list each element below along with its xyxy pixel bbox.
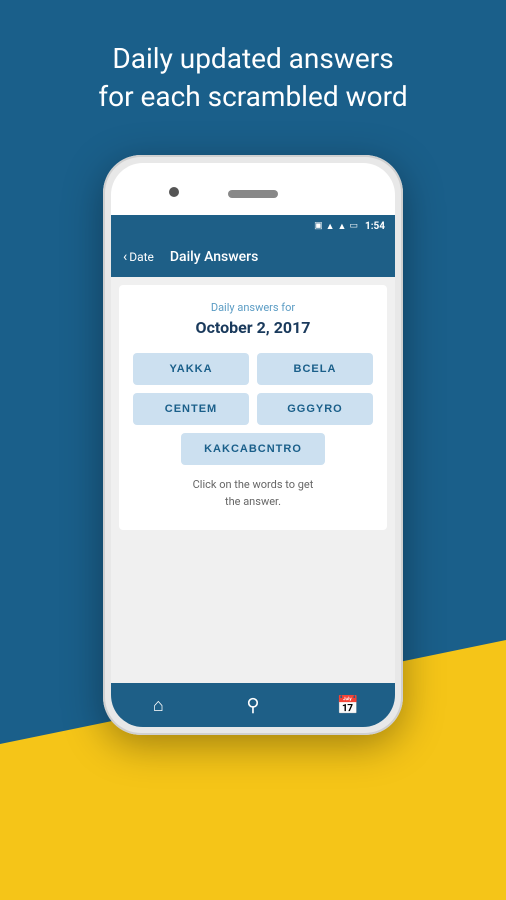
word-button-bcela[interactable]: BCELA	[257, 353, 373, 385]
instruction-text: Click on the words to getthe answer.	[133, 477, 373, 510]
header-section: Daily updated answers for each scrambled…	[0, 40, 506, 116]
camera-icon	[169, 187, 179, 197]
phone-mockup: ▣ ▲ ▲ ▭ 1:54 ‹ Date Daily Answers	[103, 155, 403, 735]
speaker	[228, 190, 278, 198]
nav-search-icon[interactable]: ⚲	[206, 695, 301, 716]
app-bar-title: Daily Answers	[170, 249, 258, 265]
nav-home-icon[interactable]: ⌂	[111, 695, 206, 716]
status-bar: ▣ ▲ ▲ ▭ 1:54	[111, 215, 395, 237]
back-label: Date	[129, 250, 154, 264]
status-icons: ▣ ▲ ▲ ▭	[314, 221, 358, 232]
app-bar: ‹ Date Daily Answers	[111, 237, 395, 277]
content-area: Daily answers for October 2, 2017 YAKKA …	[119, 285, 387, 530]
phone-inner: ▣ ▲ ▲ ▭ 1:54 ‹ Date Daily Answers	[111, 163, 395, 727]
phone-shell: ▣ ▲ ▲ ▭ 1:54 ‹ Date Daily Answers	[103, 155, 403, 735]
phone-top-bezel	[111, 179, 395, 209]
word-button-kakcabcntro[interactable]: KAKCABCNTRO	[181, 433, 325, 465]
phone-screen: ▣ ▲ ▲ ▭ 1:54 ‹ Date Daily Answers	[111, 215, 395, 727]
word-button-yakka[interactable]: YAKKA	[133, 353, 249, 385]
vibrate-icon: ▣	[314, 221, 323, 231]
status-time: 1:54	[365, 221, 385, 232]
words-grid: YAKKA BCELA CENTEM GGGYRO	[133, 353, 373, 425]
word-button-centem[interactable]: CENTEM	[133, 393, 249, 425]
date-label: Daily answers for	[133, 301, 373, 314]
back-button[interactable]: ‹ Date	[123, 249, 154, 265]
back-chevron-icon: ‹	[123, 249, 127, 265]
word-button-gggyro[interactable]: GGGYRO	[257, 393, 373, 425]
signal-icon: ▲	[338, 221, 347, 232]
battery-icon: ▭	[349, 221, 358, 231]
wifi-icon: ▲	[326, 221, 335, 232]
header-title: Daily updated answers for each scrambled…	[40, 40, 466, 116]
nav-calendar-icon[interactable]: 📅	[300, 695, 395, 716]
date-value: October 2, 2017	[133, 318, 373, 337]
bottom-nav: ⌂ ⚲ 📅	[111, 683, 395, 727]
